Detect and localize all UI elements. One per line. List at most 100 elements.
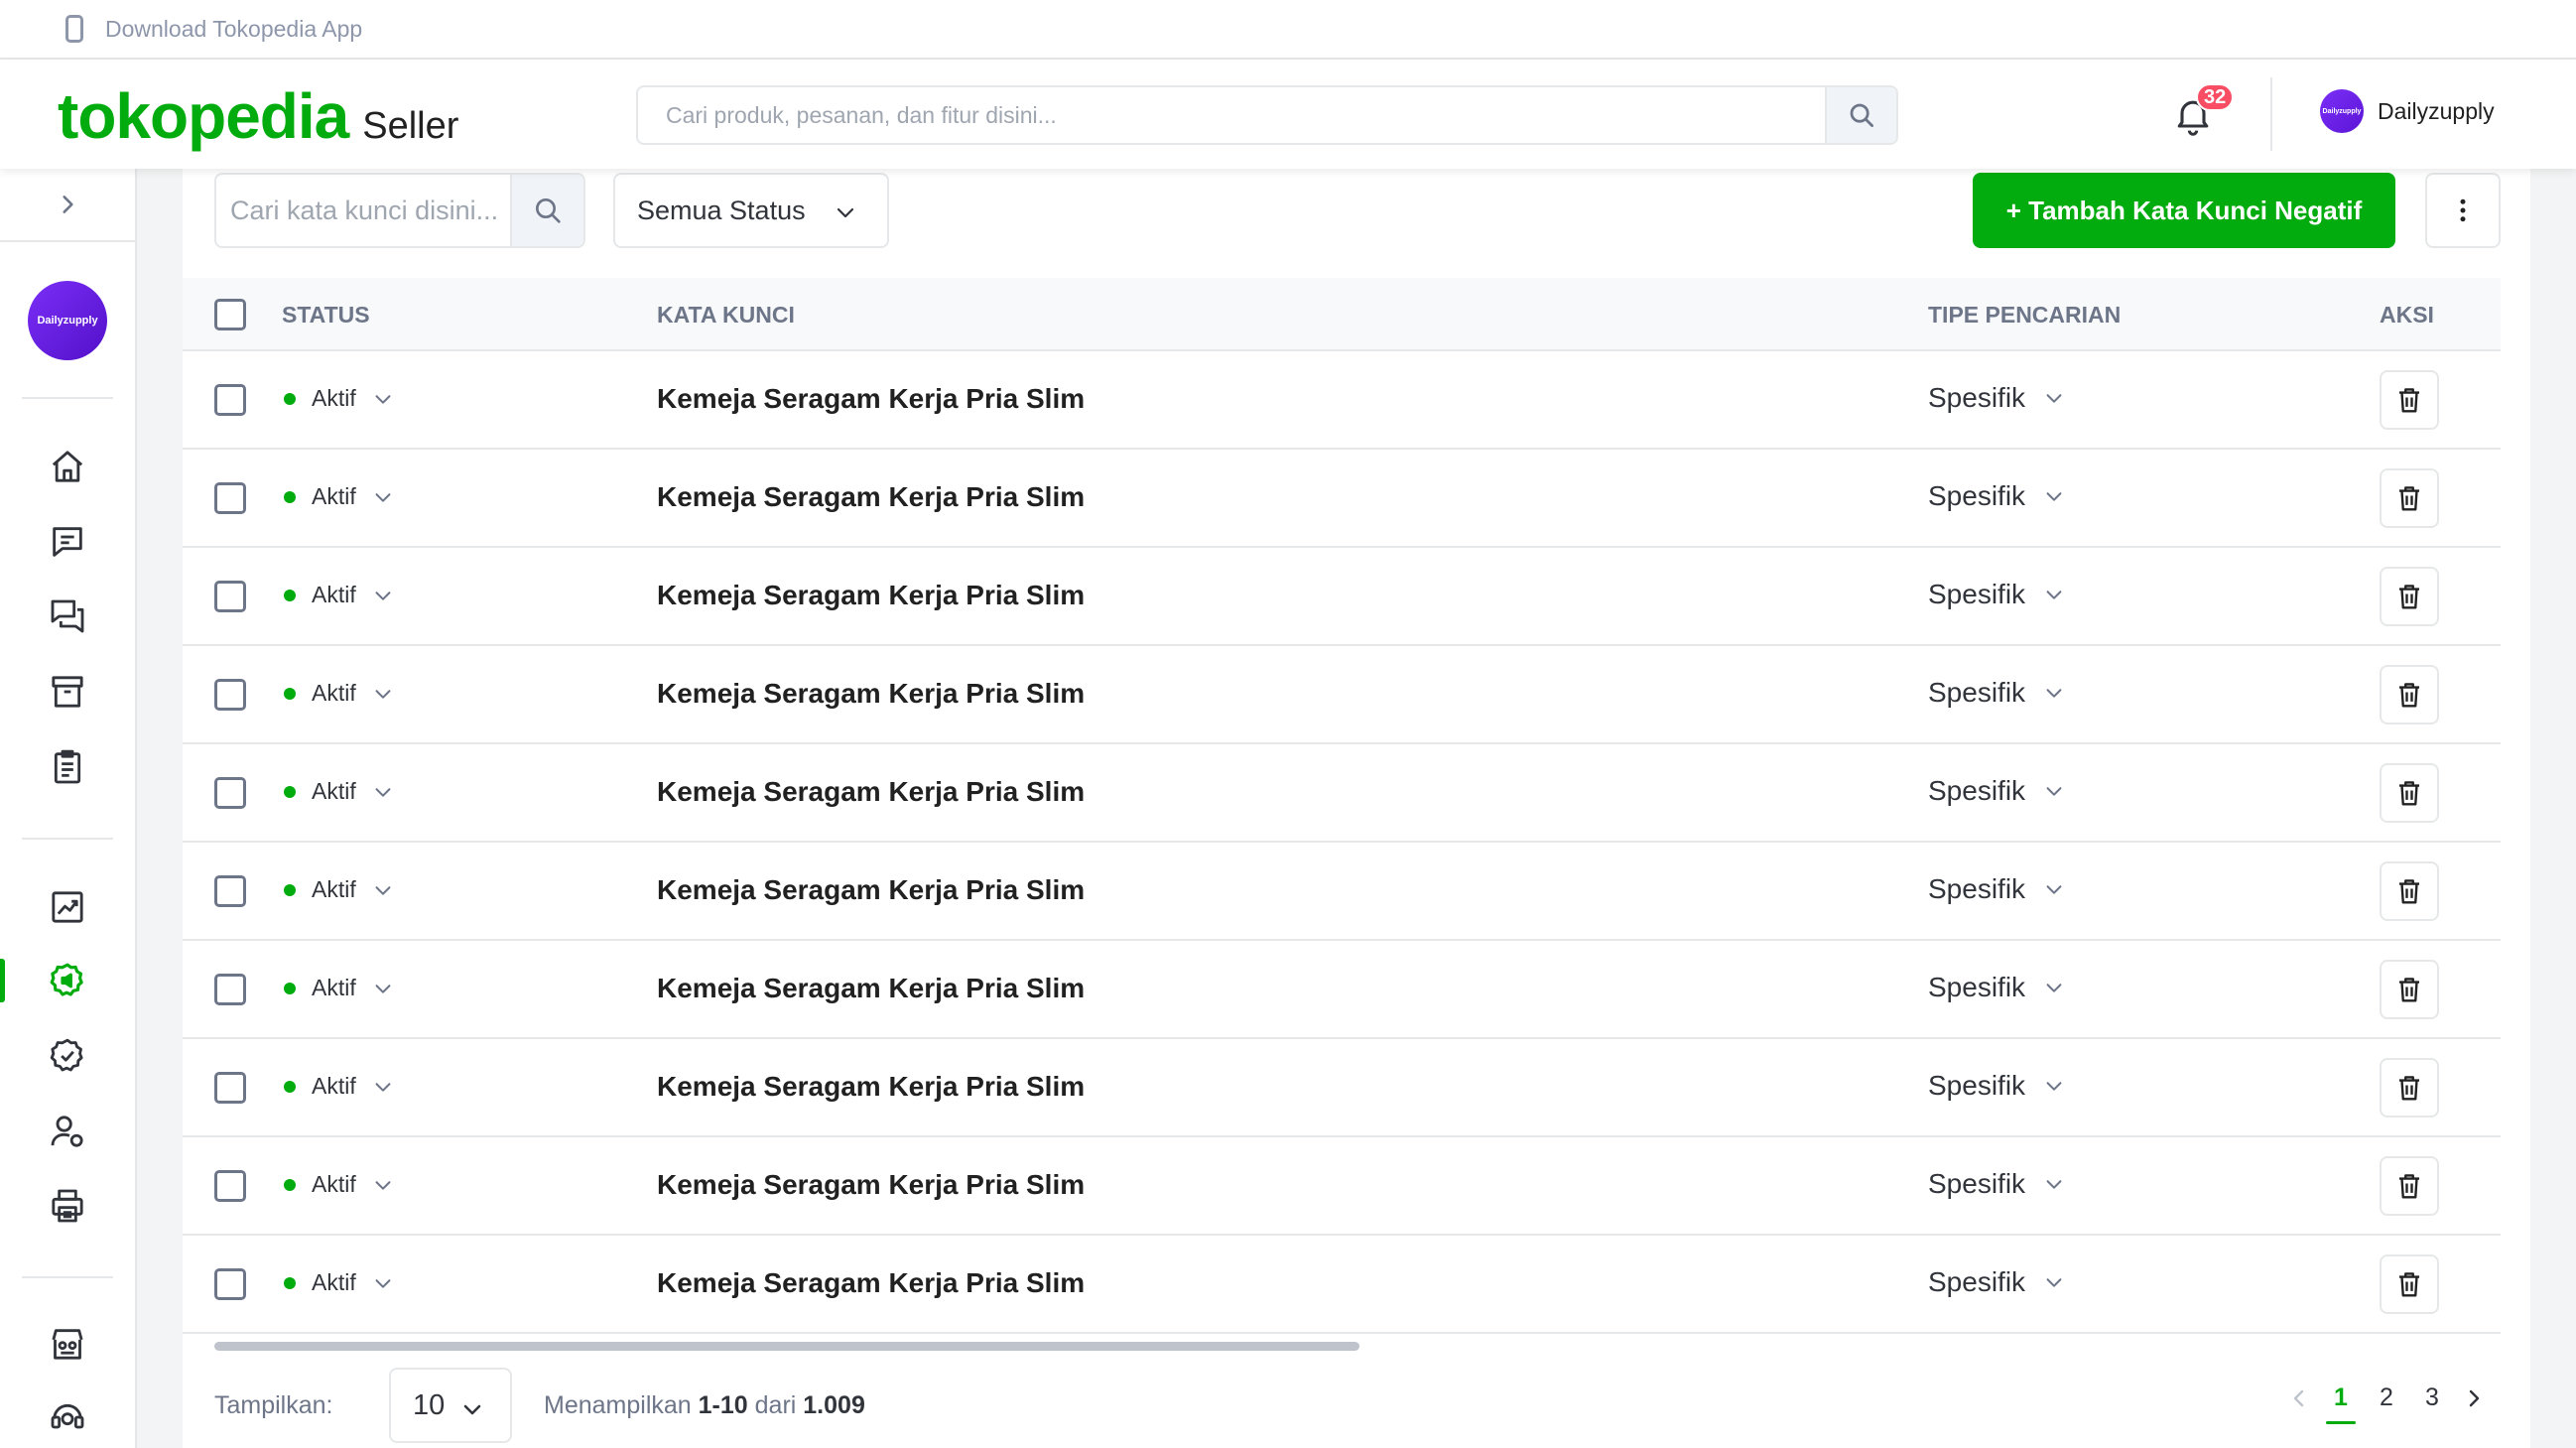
chevron-right-icon xyxy=(2469,1389,2480,1406)
search-type-dropdown[interactable]: Spesifik xyxy=(1928,775,2065,807)
delete-button[interactable] xyxy=(2380,567,2439,626)
sidebar-item-help[interactable] xyxy=(46,1395,89,1439)
sidebar-expand-button[interactable] xyxy=(0,169,135,242)
delete-button[interactable] xyxy=(2380,1254,2439,1314)
chevron-right-icon xyxy=(63,196,73,213)
sidebar-item-order[interactable] xyxy=(46,745,89,789)
delete-button[interactable] xyxy=(2380,1058,2439,1118)
trash-icon xyxy=(2399,978,2419,1002)
row-checkbox[interactable] xyxy=(214,875,246,907)
select-all-checkbox[interactable] xyxy=(214,299,246,330)
brand-suffix: Seller xyxy=(362,105,459,147)
search-type-dropdown[interactable]: Spesifik xyxy=(1928,1266,2065,1298)
more-options-button[interactable] xyxy=(2425,173,2501,248)
status-dropdown[interactable]: Aktif xyxy=(282,680,394,707)
delete-button[interactable] xyxy=(2380,763,2439,823)
chevron-down-icon xyxy=(2046,885,2062,894)
row-checkbox[interactable] xyxy=(214,384,246,416)
status-dropdown[interactable]: Aktif xyxy=(282,876,394,903)
prev-page-button[interactable] xyxy=(2280,1386,2318,1410)
status-filter-dropdown[interactable]: Semua Status xyxy=(613,173,889,248)
keyword-search-button[interactable] xyxy=(510,175,583,246)
search-type-label: Spesifik xyxy=(1928,579,2026,609)
status-dropdown[interactable]: Aktif xyxy=(282,1073,394,1100)
download-app-bar[interactable]: Download Tokopedia App xyxy=(0,0,2576,60)
delete-button[interactable] xyxy=(2380,1156,2439,1216)
page-button[interactable]: 1 xyxy=(2318,1383,2364,1424)
row-checkbox[interactable] xyxy=(214,581,246,612)
sidebar-item-home[interactable] xyxy=(46,445,89,488)
next-page-button[interactable] xyxy=(2455,1386,2493,1410)
sidebar-item-shop-service[interactable] xyxy=(46,1322,89,1366)
pagination-footer: Tampilkan: 10 Menampilkan 1-10 dari 1.00… xyxy=(183,1364,2530,1448)
shop-avatar[interactable]: Dailyzupply xyxy=(28,281,107,360)
global-search-button[interactable] xyxy=(1825,87,1896,143)
search-type-label: Spesifik xyxy=(1928,677,2026,708)
sidebar-item-product[interactable] xyxy=(46,670,89,714)
status-dropdown[interactable]: Aktif xyxy=(282,975,394,1001)
sidebar-item-user-settings[interactable] xyxy=(46,1110,89,1153)
sidebar-item-discussion[interactable] xyxy=(46,594,89,638)
search-type-dropdown[interactable]: Spesifik xyxy=(1928,579,2065,610)
status-dot xyxy=(284,883,296,896)
shop-service-icon xyxy=(52,1329,83,1360)
page-button[interactable]: 2 xyxy=(2364,1383,2409,1412)
sidebar-active-indicator xyxy=(0,959,5,1002)
search-type-dropdown[interactable]: Spesifik xyxy=(1928,972,2065,1003)
horizontal-scrollbar[interactable] xyxy=(214,1342,1359,1351)
status-dropdown[interactable]: Aktif xyxy=(282,483,394,510)
user-menu[interactable]: Dailyzupply Dailyzupply xyxy=(2320,89,2495,133)
row-checkbox[interactable] xyxy=(214,482,246,514)
search-type-dropdown[interactable]: Spesifik xyxy=(1928,873,2065,905)
chevron-down-icon xyxy=(2046,1082,2062,1091)
ads-icon xyxy=(50,963,83,996)
status-dropdown[interactable]: Aktif xyxy=(282,1269,394,1296)
search-type-dropdown[interactable]: Spesifik xyxy=(1928,1070,2065,1102)
search-type-dropdown[interactable]: Spesifik xyxy=(1928,480,2065,512)
chevron-left-icon xyxy=(2293,1389,2304,1406)
row-checkbox[interactable] xyxy=(214,1268,246,1300)
sidebar-item-statistics[interactable] xyxy=(46,885,89,929)
status-dot xyxy=(284,1276,296,1289)
chevron-down-icon xyxy=(375,787,391,797)
row-checkbox[interactable] xyxy=(214,974,246,1005)
row-checkbox[interactable] xyxy=(214,777,246,809)
status-dropdown[interactable]: Aktif xyxy=(282,1171,394,1198)
header-keyword: KATA KUNCI xyxy=(657,302,795,328)
row-checkbox[interactable] xyxy=(214,679,246,711)
row-checkbox[interactable] xyxy=(214,1072,246,1104)
chevron-down-icon xyxy=(2046,984,2062,992)
chevron-down-icon xyxy=(837,207,854,218)
product-icon xyxy=(52,676,83,708)
sidebar-item-print[interactable] xyxy=(46,1184,89,1228)
download-app-link[interactable]: Download Tokopedia App xyxy=(105,16,362,43)
chevron-down-icon xyxy=(375,689,391,699)
page-button[interactable]: 3 xyxy=(2409,1383,2455,1412)
delete-button[interactable] xyxy=(2380,370,2439,430)
search-type-dropdown[interactable]: Spesifik xyxy=(1928,1168,2065,1200)
sidebar-item-ads[interactable] xyxy=(46,959,89,1002)
search-type-dropdown[interactable]: Spesifik xyxy=(1928,382,2065,414)
keyword-search-input[interactable] xyxy=(216,175,510,246)
status-dropdown[interactable]: Aktif xyxy=(282,385,394,412)
delete-button[interactable] xyxy=(2380,665,2439,724)
sidebar-item-chat[interactable] xyxy=(46,520,89,564)
global-search-input[interactable] xyxy=(638,87,1825,143)
logo[interactable]: tokopedia Seller xyxy=(58,79,458,153)
keyword-text: Kemeja Seragam Kerja Pria Slim xyxy=(657,678,1086,709)
table-row: Aktif Kemeja Seragam Kerja Pria Slim Spe… xyxy=(183,941,2501,1039)
page-size-value: 10 xyxy=(413,1388,446,1421)
delete-button[interactable] xyxy=(2380,960,2439,1019)
delete-button[interactable] xyxy=(2380,861,2439,921)
search-type-dropdown[interactable]: Spesifik xyxy=(1928,677,2065,709)
delete-button[interactable] xyxy=(2380,468,2439,528)
sidebar: Dailyzupply xyxy=(0,169,137,1448)
status-dot xyxy=(284,490,296,503)
page-size-dropdown[interactable]: 10 xyxy=(389,1368,512,1443)
sidebar-item-badge[interactable] xyxy=(46,1034,89,1078)
row-checkbox[interactable] xyxy=(214,1170,246,1202)
status-dropdown[interactable]: Aktif xyxy=(282,582,394,608)
add-negative-keyword-button[interactable]: + Tambah Kata Kunci Negatif xyxy=(1973,173,2395,248)
table-row: Aktif Kemeja Seragam Kerja Pria Slim Spe… xyxy=(183,1137,2501,1236)
status-dropdown[interactable]: Aktif xyxy=(282,778,394,805)
